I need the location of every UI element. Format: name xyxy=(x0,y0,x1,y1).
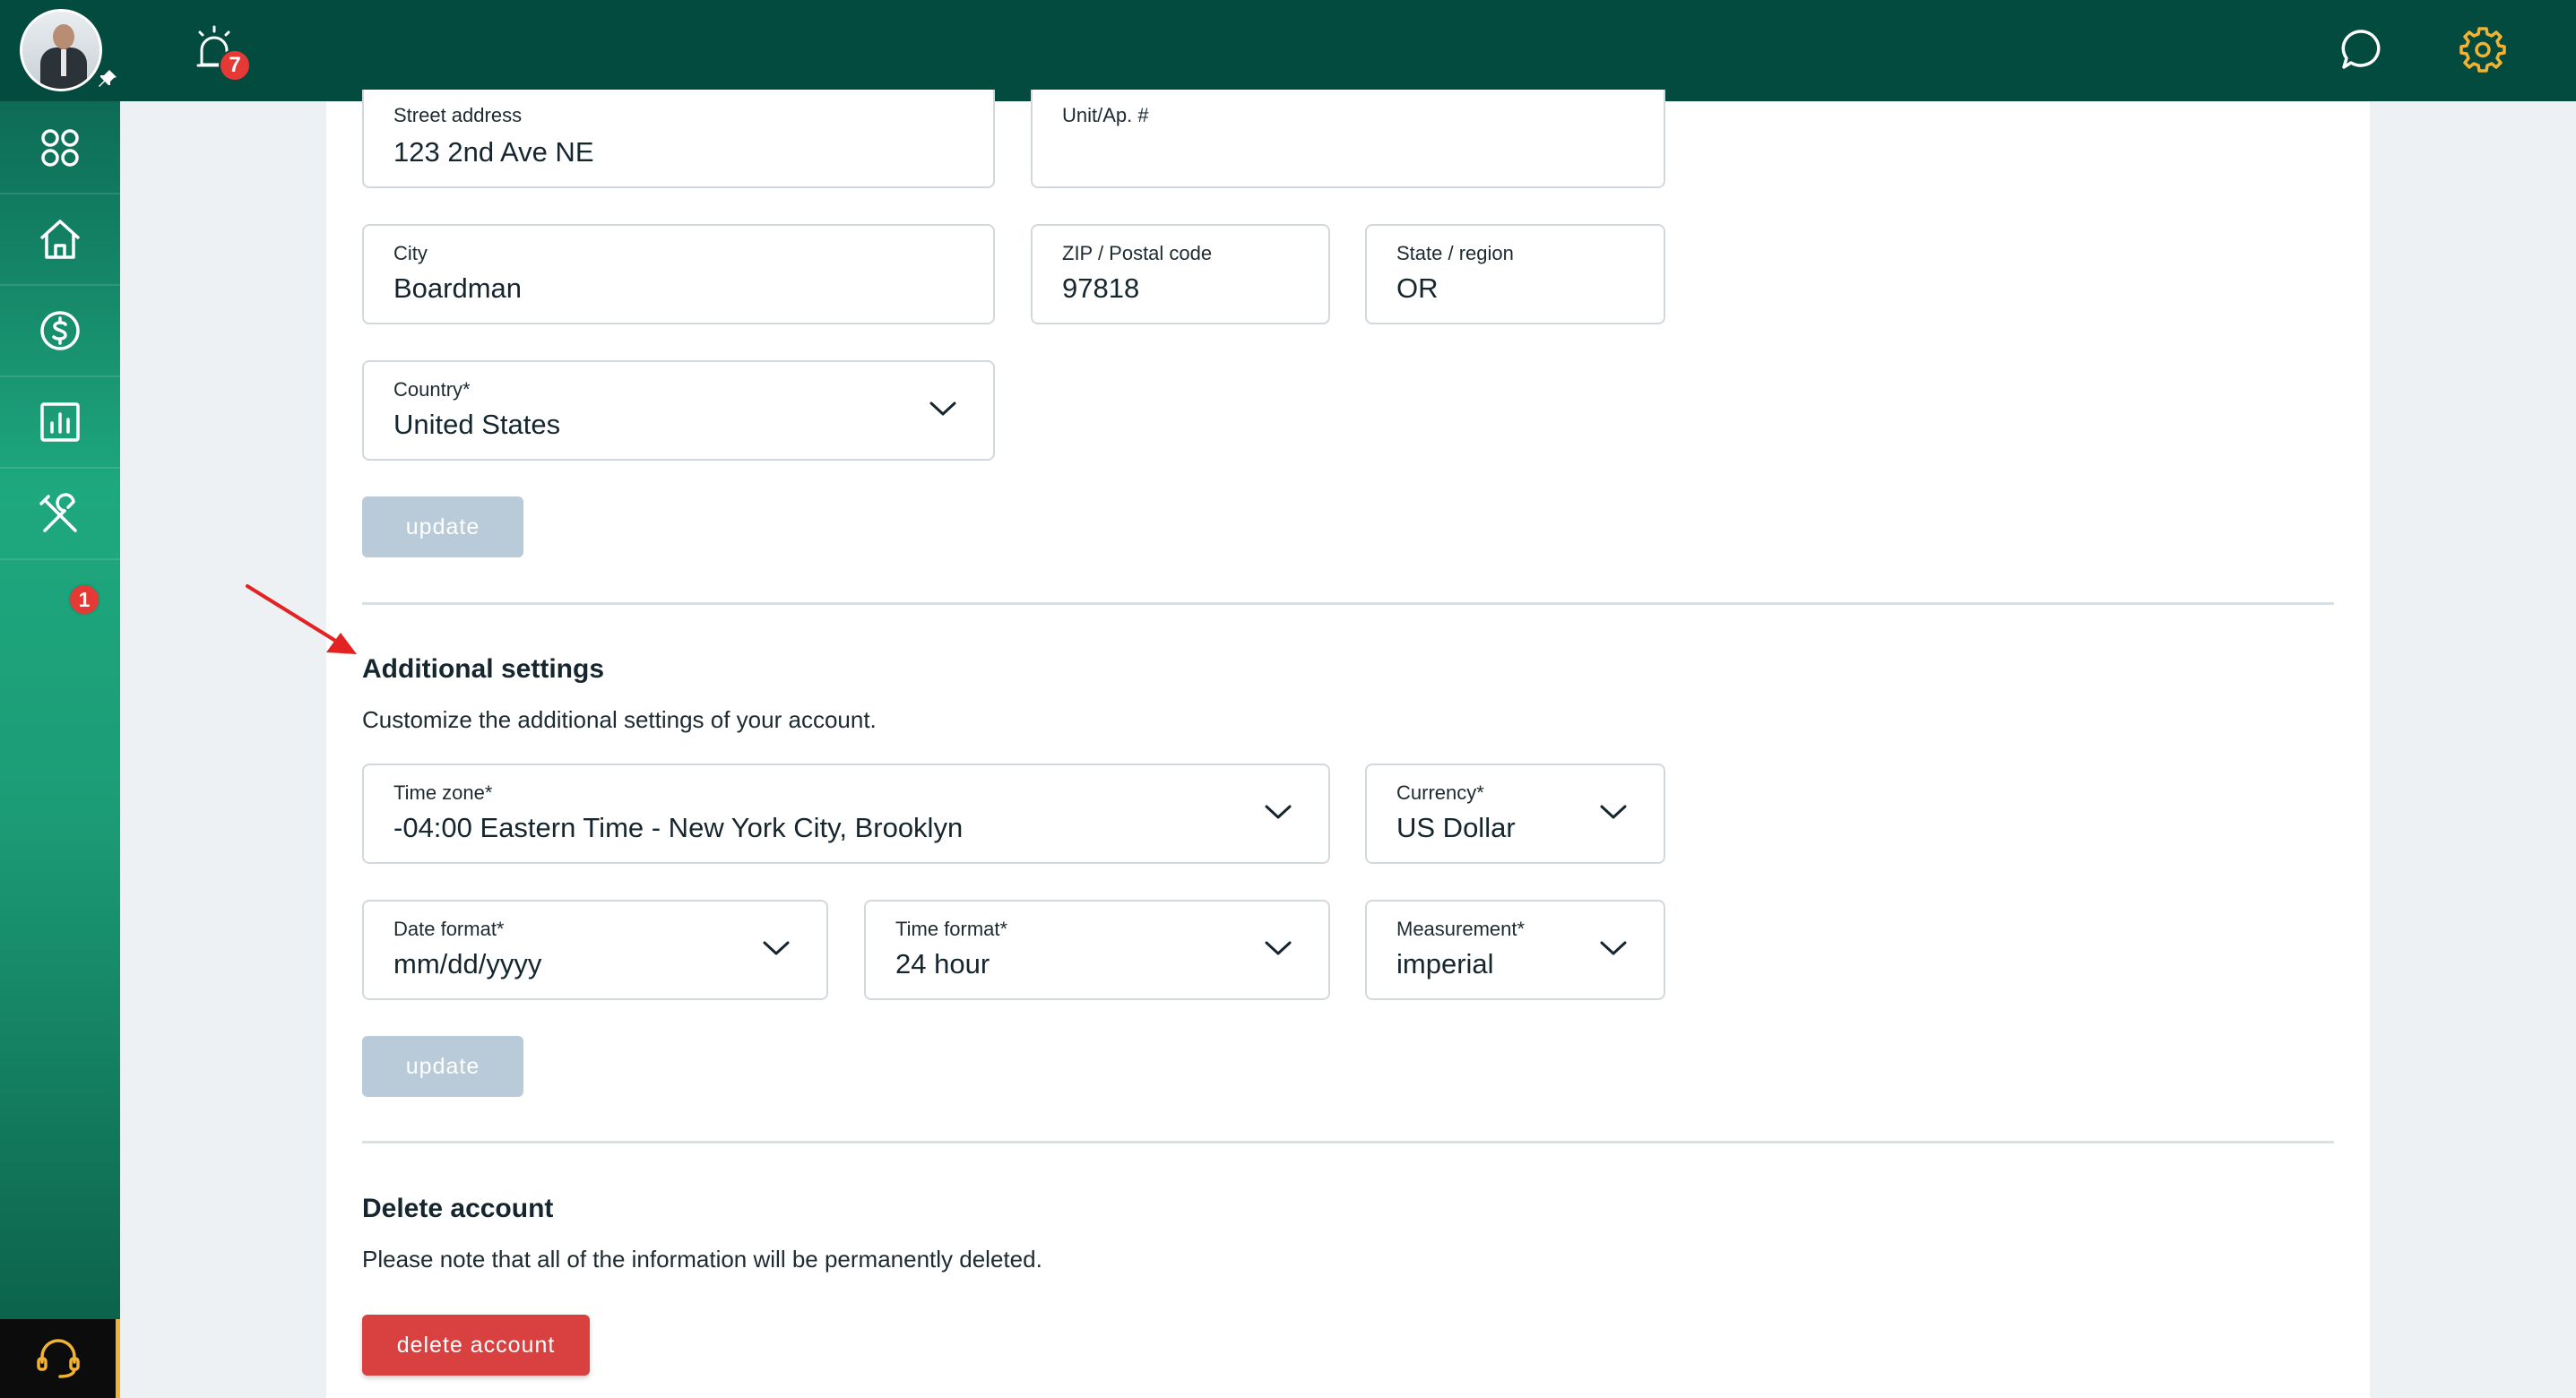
pin-icon xyxy=(99,70,117,87)
measurement-select[interactable]: Measurement* imperial xyxy=(1365,900,1665,1000)
street-address-value: 123 2nd Ave NE xyxy=(393,136,594,168)
zip-value: 97818 xyxy=(1062,272,1140,304)
measurement-label: Measurement* xyxy=(1396,918,1526,940)
zip-label: ZIP / Postal code xyxy=(1062,242,1213,264)
state-value: OR xyxy=(1396,272,1439,304)
street-address-field[interactable]: Street address 123 2nd Ave NE xyxy=(362,90,995,188)
state-field[interactable]: State / region OR xyxy=(1365,224,1665,324)
chevron-down-icon xyxy=(1600,805,1627,819)
delete-account-description: Please note that all of the information … xyxy=(362,1246,1042,1273)
address-update-button[interactable]: update xyxy=(362,496,523,557)
chevron-down-icon xyxy=(1265,805,1292,819)
country-value: United States xyxy=(393,409,561,440)
tools-icon xyxy=(39,493,77,532)
section-divider xyxy=(362,1141,2334,1143)
additional-settings-title: Additional settings xyxy=(362,654,604,684)
currency-value: US Dollar xyxy=(1396,812,1516,843)
sidebar-item-reports[interactable] xyxy=(0,377,120,469)
sidebar-item-tools[interactable] xyxy=(0,469,120,560)
chevron-down-icon xyxy=(1600,941,1627,955)
city-label: City xyxy=(393,242,428,264)
timezone-select[interactable]: Time zone* -04:00 Eastern Time - New Yor… xyxy=(362,764,1330,864)
dashboard-icon xyxy=(41,129,79,167)
delete-account-button[interactable]: delete account xyxy=(362,1315,590,1376)
time-format-select[interactable]: Time format* 24 hour xyxy=(864,900,1330,1000)
chevron-down-icon xyxy=(1265,941,1292,955)
zip-field[interactable]: ZIP / Postal code 97818 xyxy=(1031,224,1330,324)
home-icon xyxy=(39,220,81,259)
chevron-down-icon xyxy=(763,941,790,955)
currency-select[interactable]: Currency* US Dollar xyxy=(1365,764,1665,864)
timezone-value: -04:00 Eastern Time - New York City, Bro… xyxy=(393,812,964,843)
sidebar-item-finance[interactable] xyxy=(0,286,120,377)
city-value: Boardman xyxy=(393,272,523,304)
annotation-arrow-icon xyxy=(246,584,357,654)
country-select[interactable]: Country* United States xyxy=(362,360,995,461)
gear-icon[interactable] xyxy=(2459,25,2507,73)
city-field[interactable]: City Boardman xyxy=(362,224,995,324)
date-format-value: mm/dd/yyyy xyxy=(393,948,542,979)
time-format-label: Time format* xyxy=(895,918,1008,940)
chevron-down-icon xyxy=(929,401,956,416)
sidebar: 1 xyxy=(0,101,120,1398)
chat-icon[interactable] xyxy=(2339,27,2384,72)
unit-label: Unit/Ap. # xyxy=(1062,104,1149,126)
delete-account-title: Delete account xyxy=(362,1194,554,1223)
state-label: State / region xyxy=(1396,242,1514,264)
street-address-label: Street address xyxy=(393,104,523,126)
section-divider xyxy=(362,602,2334,605)
timezone-label: Time zone* xyxy=(393,781,493,804)
avatar[interactable] xyxy=(20,9,102,91)
tools-badge: 1 xyxy=(68,583,100,616)
additional-settings-description: Customize the additional settings of you… xyxy=(362,706,877,733)
dollar-icon xyxy=(40,311,80,350)
chart-icon xyxy=(40,402,80,442)
headset-icon xyxy=(36,1339,80,1378)
top-bar: 7 xyxy=(0,0,2576,101)
sidebar-item-dashboard[interactable] xyxy=(0,103,120,194)
date-format-label: Date format* xyxy=(393,918,505,940)
support-button[interactable] xyxy=(0,1319,120,1398)
sidebar-item-home[interactable] xyxy=(0,194,120,286)
measurement-value: imperial xyxy=(1396,948,1494,979)
additional-update-button[interactable]: update xyxy=(362,1036,523,1097)
time-format-value: 24 hour xyxy=(895,948,990,979)
unit-field[interactable]: Unit/Ap. # xyxy=(1031,90,1665,188)
alarm-badge: 7 xyxy=(219,49,251,82)
currency-label: Currency* xyxy=(1396,781,1484,804)
date-format-select[interactable]: Date format* mm/dd/yyyy xyxy=(362,900,828,1000)
country-label: Country* xyxy=(393,378,471,401)
